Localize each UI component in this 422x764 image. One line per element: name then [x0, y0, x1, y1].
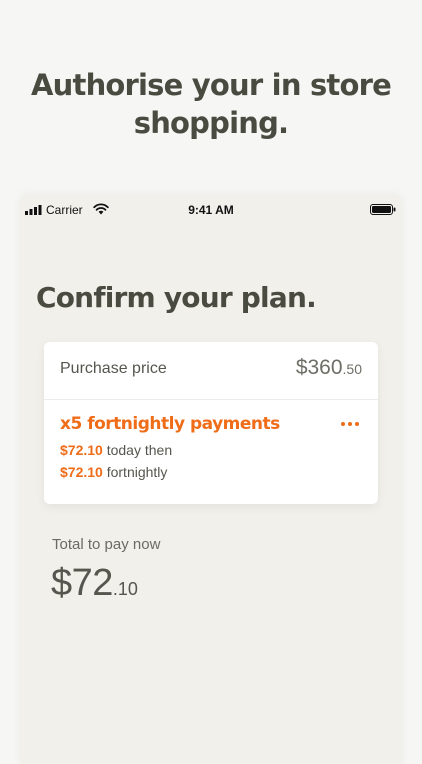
total-cents: .10 [112, 579, 138, 599]
total-value: $72.10 [51, 562, 138, 605]
payment-today-text: today then [102, 442, 173, 458]
plan-heading: x5 fortnightly payments [60, 414, 280, 434]
payment-fortnightly-text: fortnightly [102, 464, 168, 480]
headline-line-2: shopping. [133, 106, 289, 140]
payment-line-today: $72.10 today then [60, 442, 172, 458]
total-dollars: $72 [51, 562, 113, 604]
status-time: 9:41 AM [188, 203, 234, 217]
payment-line-fortnightly: $72.10 fortnightly [60, 464, 167, 480]
purchase-price-dollars: $360 [295, 356, 343, 379]
headline-line-1: Authorise your in store [31, 68, 392, 102]
phone-screen: Carrier 9:41 AM Confirm your plan. Purch… [20, 194, 402, 764]
marketing-headline: Authorise your in store shopping. [0, 66, 422, 142]
more-icon[interactable] [340, 417, 360, 431]
purchase-price-row: Purchase price $360.50 [44, 342, 378, 400]
payment-today-amount: $72.10 [60, 442, 103, 458]
purchase-price-label: Purchase price [60, 360, 167, 377]
plan-card: Purchase price $360.50 x5 fortnightly pa… [44, 342, 378, 504]
page-title: Confirm your plan. [36, 281, 317, 314]
status-bar: Carrier 9:41 AM [20, 194, 402, 226]
purchase-price-value: $360.50 [296, 356, 362, 380]
total-label: Total to pay now [52, 536, 161, 553]
purchase-price-cents: .50 [342, 361, 362, 377]
battery-icon [370, 204, 396, 215]
payment-fortnightly-amount: $72.10 [60, 464, 103, 480]
